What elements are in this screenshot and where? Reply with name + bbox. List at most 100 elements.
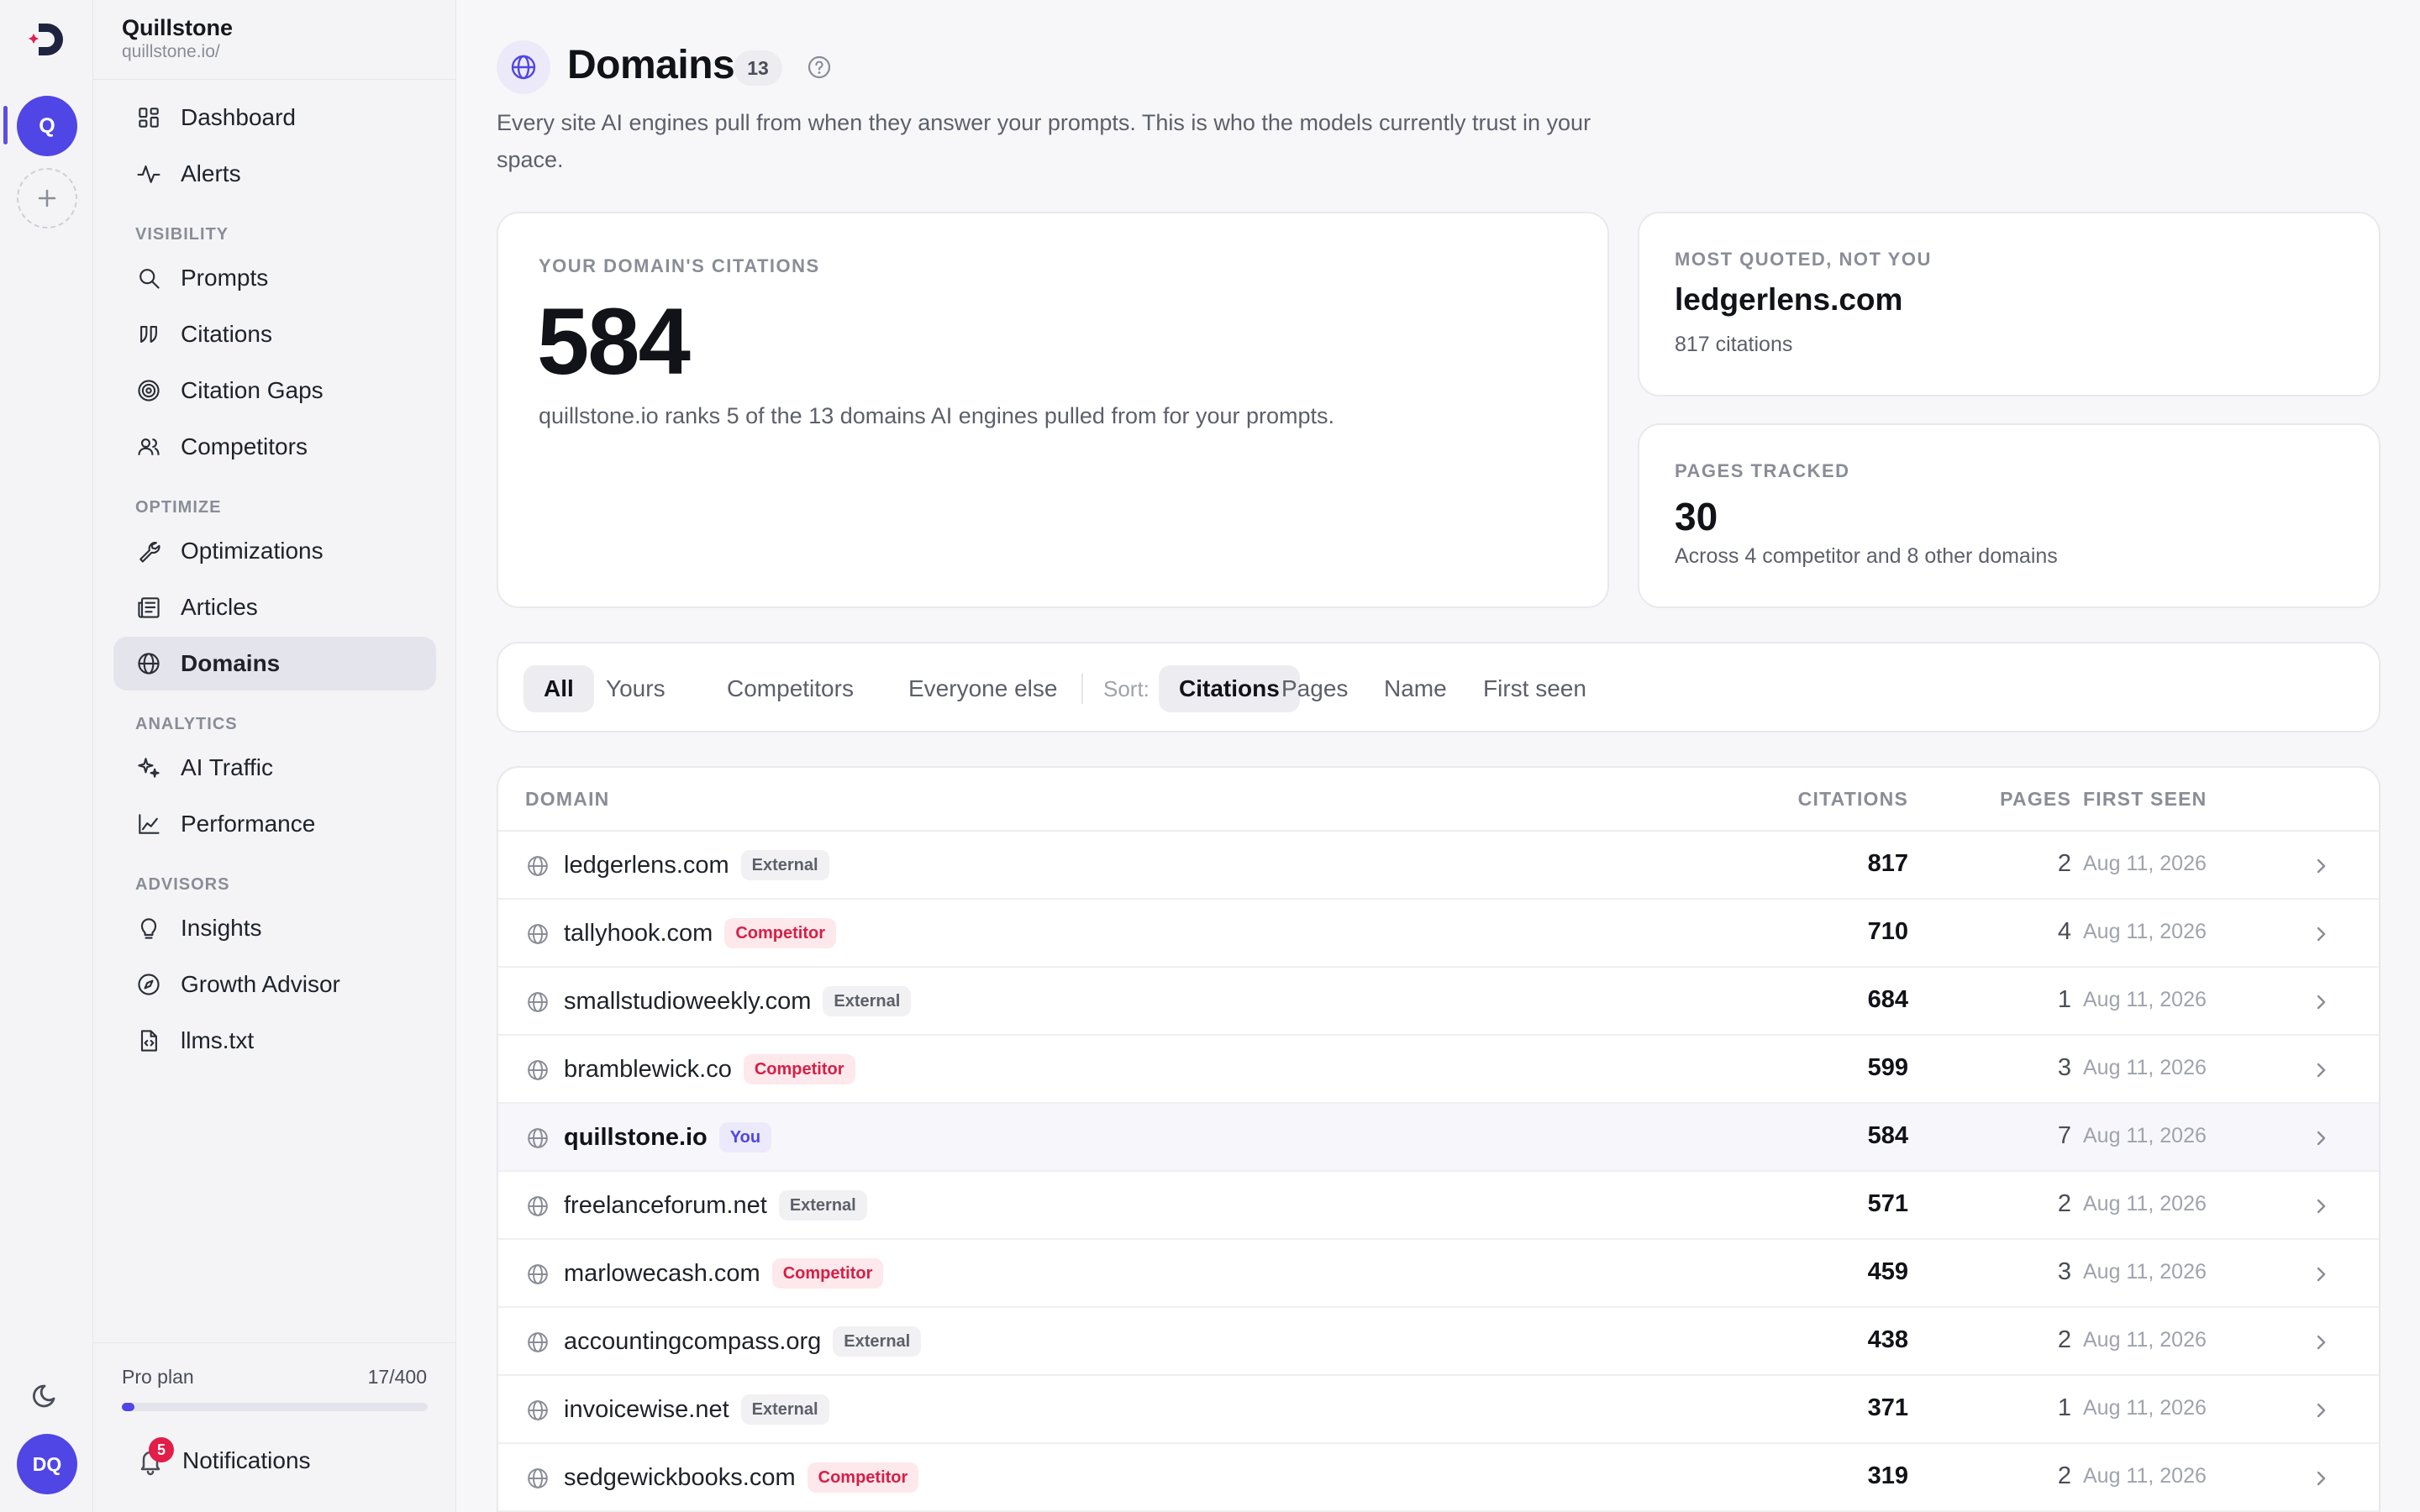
domain-name[interactable]: quillstone.io You (564, 1122, 772, 1152)
chevron-right-icon[interactable] (2308, 1262, 2333, 1287)
pages-cell: 3 (2057, 1054, 2071, 1081)
sort-option-name[interactable]: Name (1364, 665, 1467, 712)
domain-name-text: smallstudioweekly.com (564, 988, 812, 1015)
first-seen-cell: Aug 11, 2026 (2083, 1328, 2207, 1352)
target-icon (138, 380, 160, 402)
workspace-name[interactable]: Quillstone (122, 15, 233, 41)
domains-table: DOMAIN CITATIONS PAGES FIRST SEEN ledger… (497, 766, 2381, 1512)
table-row[interactable]: smallstudioweekly.com External 684 1 Aug 11,… (498, 968, 2379, 1036)
domain-name[interactable]: marlowecash.com Competitor (564, 1258, 884, 1289)
wrench-icon (139, 542, 160, 563)
workspace-avatar[interactable]: Q (17, 96, 77, 156)
table-row[interactable]: quillstone.io You 584 7 Aug 11, 2026 (498, 1104, 2379, 1172)
sidebar-item-icon (134, 159, 164, 189)
chevron-right-icon[interactable] (2308, 1194, 2333, 1219)
chevron-right-icon[interactable] (2308, 1466, 2333, 1491)
filter-bar: Sort: All Yours Competitors Everyone else Ci… (497, 642, 2381, 732)
filter-chip-competitors[interactable]: Competitors (707, 665, 874, 712)
pages-cell: 2 (2057, 1190, 2071, 1217)
globe-icon (528, 924, 548, 944)
domain-name[interactable]: tallyhook.com Competitor (564, 918, 836, 948)
sidebar-item-articles[interactable]: Articles (113, 580, 436, 634)
help-icon[interactable] (806, 54, 833, 81)
sidebar-item-insights[interactable]: Insights (113, 901, 436, 955)
workspace-rail: Q DQ (0, 0, 93, 1512)
domain-name[interactable]: freelanceforum.net External (564, 1190, 867, 1221)
chevron-right-icon[interactable] (2308, 1330, 2333, 1355)
plan-usage-count: 17/400 (367, 1366, 427, 1388)
citations-value: 584 (537, 289, 691, 394)
sidebar-item-alerts[interactable]: Alerts (113, 147, 436, 201)
sidebar-item-citation-gaps[interactable]: Citation Gaps (113, 364, 436, 417)
table-row[interactable]: marlowecash.com Competitor 459 3 Aug 11, 202… (498, 1240, 2379, 1308)
filter-chip-everyone-else[interactable]: Everyone else (888, 665, 1077, 712)
pages-cell: 2 (2057, 1326, 2071, 1353)
column-header-citations[interactable]: CITATIONS (1798, 788, 1908, 811)
sort-option-pages[interactable]: Pages (1261, 665, 1368, 712)
first-seen-cell: Aug 11, 2026 (2083, 1260, 2207, 1284)
column-header-pages[interactable]: PAGES (2000, 788, 2071, 811)
pages-cell: 4 (2057, 918, 2071, 945)
sidebar-item-domains[interactable]: Domains (113, 637, 436, 690)
table-row[interactable]: ledgerlens.com External 817 2 Aug 11, 2026 (498, 832, 2379, 900)
domain-name[interactable]: invoicewise.net External (564, 1394, 829, 1425)
sidebar-item-growth-advisor[interactable]: Growth Advisor (113, 958, 436, 1011)
activity-icon (137, 165, 160, 183)
sidebar-item-llms-txt[interactable]: llms.txt (113, 1014, 436, 1068)
chevron-right-icon[interactable] (2308, 853, 2333, 879)
compass-icon (138, 974, 160, 995)
notifications-button[interactable]: 5 Notifications (134, 1437, 311, 1482)
sidebar-item-prompts[interactable]: Prompts (113, 251, 436, 305)
table-row[interactable]: sedgewickbooks.com Competitor 319 2 Aug 11, … (498, 1444, 2379, 1512)
card-eyebrow: YOUR DOMAIN'S CITATIONS (539, 255, 820, 276)
domain-name[interactable]: ledgerlens.com External (564, 850, 829, 880)
sidebar-item-dashboard[interactable]: Dashboard (113, 91, 436, 144)
add-workspace-button[interactable] (17, 168, 77, 228)
table-row[interactable]: freelanceforum.net External 571 2 Aug 11, 20… (498, 1172, 2379, 1240)
domain-type-badge: External (740, 850, 829, 880)
chevron-right-icon[interactable] (2308, 1058, 2333, 1083)
table-row[interactable]: accountingcompass.org External 438 2 Aug 11,… (498, 1308, 2379, 1376)
first-seen-cell: Aug 11, 2026 (2083, 852, 2207, 875)
domain-count-badge: 13 (734, 50, 782, 86)
filter-chip-all[interactable]: All (523, 665, 594, 712)
sidebar-section-title: OPTIMIZE (135, 498, 222, 517)
sort-option-first-seen[interactable]: First seen (1463, 665, 1607, 712)
rail-active-indicator (3, 106, 8, 144)
domain-name-text: ledgerlens.com (564, 852, 729, 879)
domain-name[interactable]: smallstudioweekly.com External (564, 986, 912, 1016)
domain-name[interactable]: accountingcompass.org External (564, 1326, 922, 1357)
globe-icon (528, 1332, 548, 1352)
domain-name-text: tallyhook.com (564, 920, 713, 947)
user-avatar[interactable]: DQ (17, 1434, 77, 1494)
table-row[interactable]: tallyhook.com Competitor 710 4 Aug 11, 2026 (498, 900, 2379, 968)
column-header-first-seen[interactable]: FIRST SEEN (2083, 788, 2207, 811)
column-header-domain[interactable]: DOMAIN (525, 788, 609, 811)
pages-cell: 2 (2057, 850, 2071, 877)
sidebar-item-citations[interactable]: Citations (113, 307, 436, 361)
app-logo-icon[interactable] (25, 17, 71, 62)
filter-chip-yours[interactable]: Yours (586, 665, 686, 712)
sidebar-item-performance[interactable]: Performance (113, 797, 436, 851)
domain-name[interactable]: sedgewickbooks.com Competitor (564, 1462, 919, 1493)
sidebar-item-icon (134, 102, 164, 133)
globe-icon (528, 1400, 548, 1420)
chevron-right-icon[interactable] (2308, 1126, 2333, 1151)
table-row[interactable]: invoicewise.net External 371 1 Aug 11, 2026 (498, 1376, 2379, 1444)
sidebar-item-label: Performance (181, 811, 316, 837)
chevron-right-icon[interactable] (2308, 1398, 2333, 1423)
chevron-right-icon[interactable] (2308, 990, 2333, 1015)
sidebar-item-optimizations[interactable]: Optimizations (113, 524, 436, 578)
sidebar-item-ai-traffic[interactable]: AI Traffic (113, 741, 436, 795)
chevron-right-icon[interactable] (2308, 921, 2333, 947)
globe-icon (528, 992, 548, 1012)
most-quoted-domain: ledgerlens.com (1675, 282, 1903, 317)
main-content: Domains 13 Every site AI engines pull fr… (456, 0, 2420, 1512)
citations-cell: 571 (1867, 1190, 1908, 1217)
citations-cell: 710 (1867, 918, 1908, 945)
moon-icon[interactable] (30, 1378, 64, 1411)
table-row[interactable]: bramblewick.co Competitor 599 3 Aug 11, 2026 (498, 1036, 2379, 1104)
first-seen-cell: Aug 11, 2026 (2083, 1464, 2207, 1488)
domain-name[interactable]: bramblewick.co Competitor (564, 1054, 855, 1084)
sidebar-item-competitors[interactable]: Competitors (113, 420, 436, 474)
